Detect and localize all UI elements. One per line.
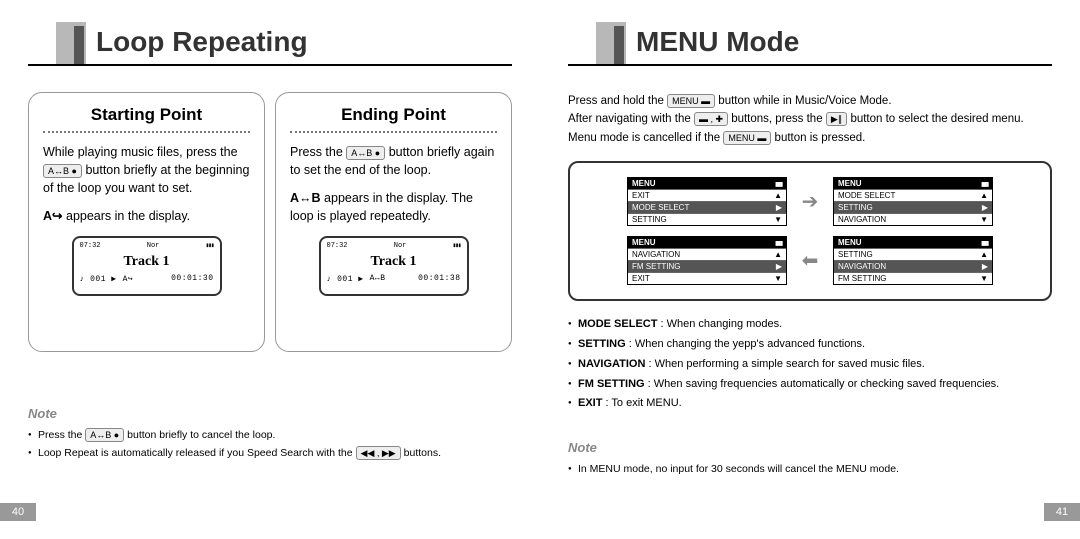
note-heading-right: Note <box>568 440 1052 455</box>
seek-buttons-chip: ◀◀ , ▶▶ <box>356 446 401 460</box>
menu-button-chip: MENU ▬ <box>667 94 715 108</box>
ending-p2: A↔B appears in the display. The loop is … <box>290 189 497 225</box>
def-item: SETTING : When changing the yepp's advan… <box>568 335 1052 355</box>
note-item: In MENU mode, no input for 30 seconds wi… <box>568 461 1052 479</box>
nav-buttons-chip: ▬ , ✚ <box>694 112 728 126</box>
ab-button-chip: A↔B ● <box>43 164 82 178</box>
starting-p2: A↪ appears in the display. <box>43 207 250 225</box>
title-tab-icon <box>596 22 632 66</box>
intro-text: Press and hold the MENU ▬ button while i… <box>568 92 1052 147</box>
page-number-left: 40 <box>0 503 36 521</box>
def-item: NAVIGATION : When performing a simple se… <box>568 355 1052 375</box>
lcd-starting: 07:32Nor Track 1 ♪ 001 ▶A↪00:01:30 <box>72 236 222 296</box>
starting-heading: Starting Point <box>43 105 250 125</box>
ending-point-box: Ending Point Press the A↔B ● button brie… <box>275 92 512 352</box>
menu-screen-1: MENU EXIT▲ MODE SELECT▶ SETTING▼ <box>627 177 787 226</box>
page-left: Loop Repeating Starting Point While play… <box>0 0 540 539</box>
ab-button-chip: A↔B ● <box>85 428 124 442</box>
menu-button-chip: MENU ▬ <box>723 131 771 145</box>
menu-screen-3: MENU NAVIGATION▲ FM SETTING▶ EXIT▼ <box>627 236 787 285</box>
definitions-list: MODE SELECT : When changing modes. SETTI… <box>568 315 1052 414</box>
lcd-ending: 07:32Nor Track 1 ♪ 001 ▶A↔B00:01:38 <box>319 236 469 296</box>
arrow-left-icon: ⬅ <box>795 248 825 273</box>
title-tab-icon <box>56 22 92 66</box>
ending-heading: Ending Point <box>290 105 497 125</box>
play-pause-chip: ▶∥ <box>826 112 847 126</box>
menu-diagram-box: MENU EXIT▲ MODE SELECT▶ SETTING▼ ➔ MENU … <box>568 161 1052 301</box>
def-item: FM SETTING : When saving frequencies aut… <box>568 375 1052 395</box>
note-list-left: Press the A↔B ● button briefly to cancel… <box>28 427 512 463</box>
title-bar-left: Loop Repeating <box>28 0 512 70</box>
starting-point-box: Starting Point While playing music files… <box>28 92 265 352</box>
def-item: EXIT : To exit MENU. <box>568 394 1052 414</box>
page-number-right: 41 <box>1044 503 1080 521</box>
title-bar-right: MENU Mode <box>568 0 1052 70</box>
menu-screen-2: MENU MODE SELECT▲ SETTING▶ NAVIGATION▼ <box>833 177 993 226</box>
note-list-right: In MENU mode, no input for 30 seconds wi… <box>568 461 1052 479</box>
note-item: Loop Repeat is automatically released if… <box>28 445 512 463</box>
starting-p1: While playing music files, press the A↔B… <box>43 143 250 197</box>
note-heading-left: Note <box>28 406 512 421</box>
page-right: MENU Mode Press and hold the MENU ▬ butt… <box>540 0 1080 539</box>
ending-p1: Press the A↔B ● button briefly again to … <box>290 143 497 179</box>
ab-button-chip: A↔B ● <box>346 146 385 160</box>
page-title-left: Loop Repeating <box>96 26 308 58</box>
def-item: MODE SELECT : When changing modes. <box>568 315 1052 335</box>
page-title-right: MENU Mode <box>636 26 799 58</box>
menu-screen-4: MENU SETTING▲ NAVIGATION▶ FM SETTING▼ <box>833 236 993 285</box>
arrow-right-icon: ➔ <box>795 189 825 214</box>
note-item: Press the A↔B ● button briefly to cancel… <box>28 427 512 445</box>
